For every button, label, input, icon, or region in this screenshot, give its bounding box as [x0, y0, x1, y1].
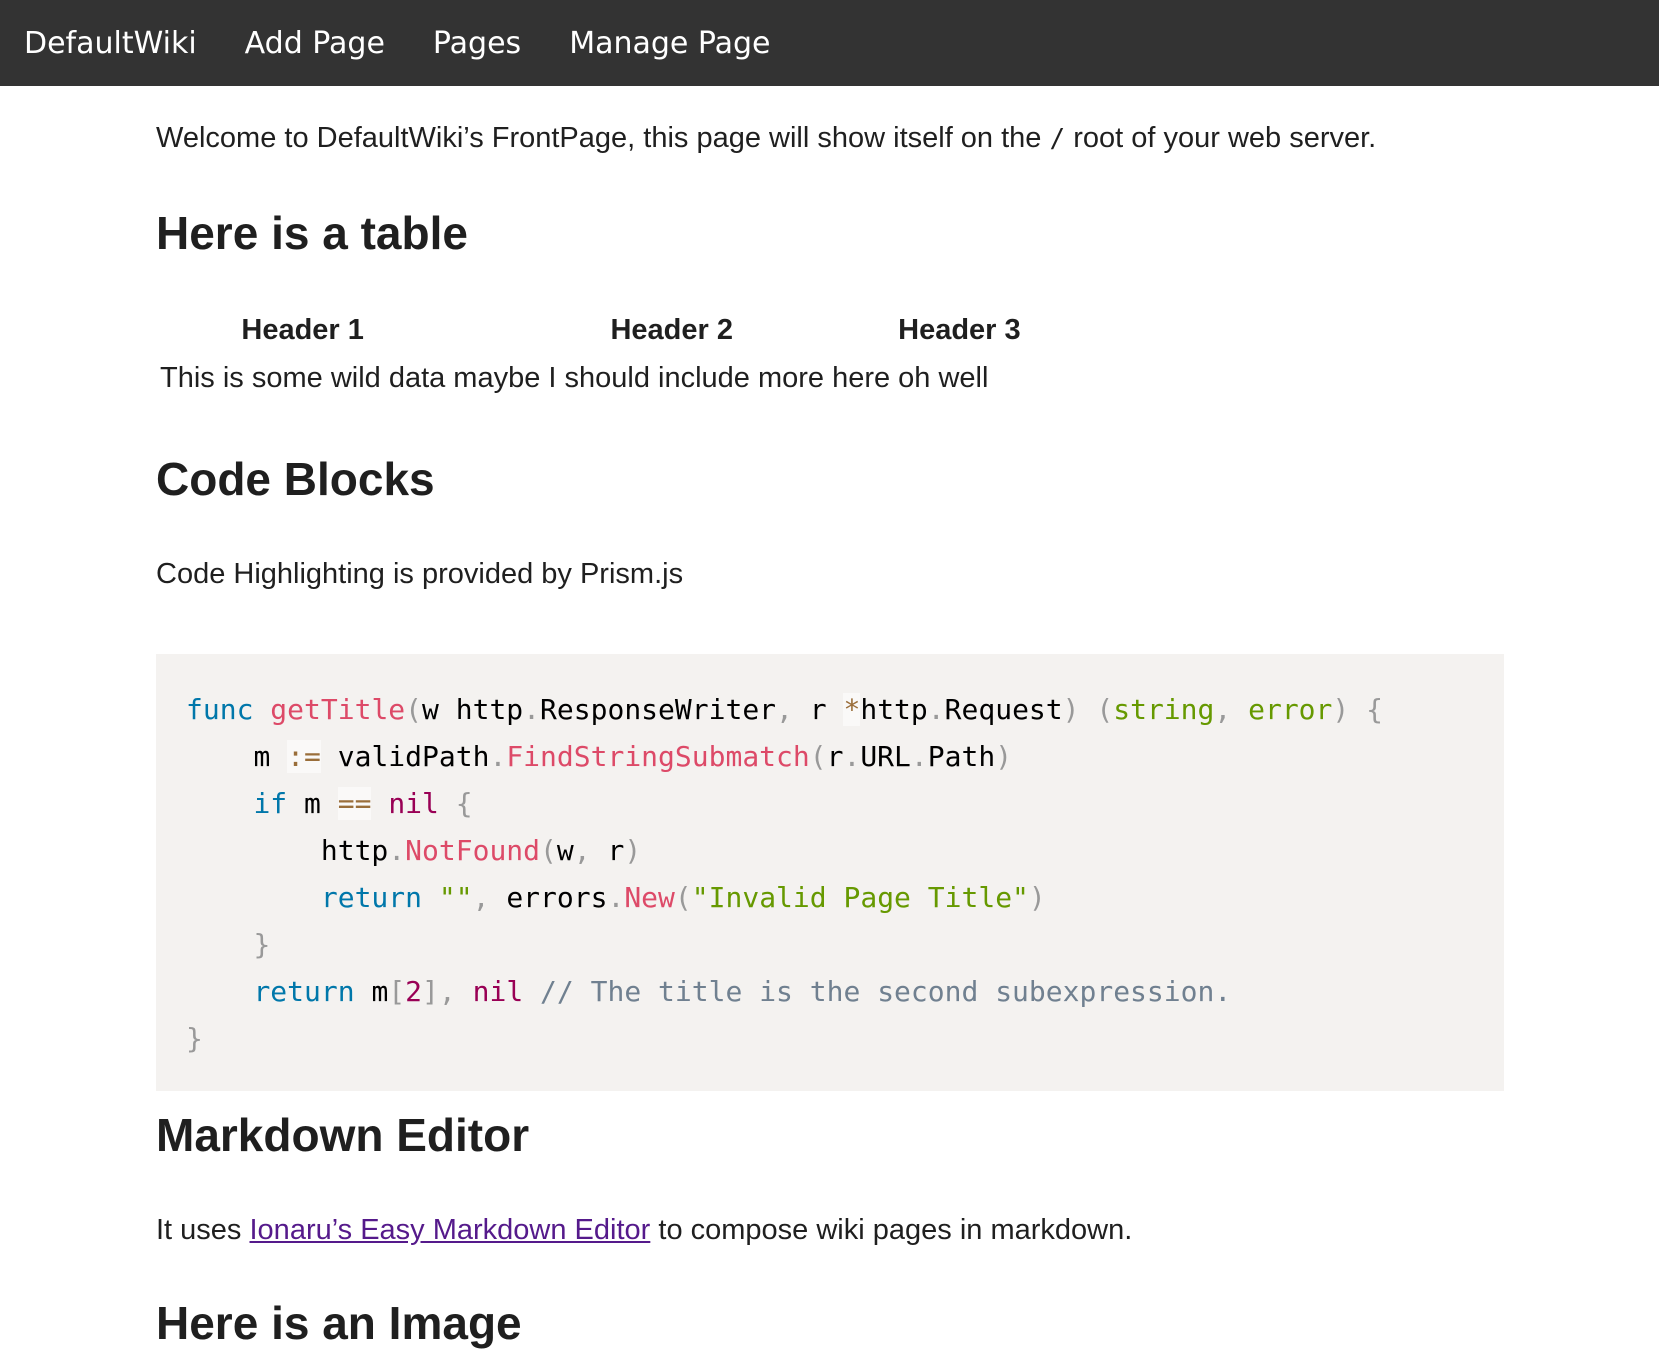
table-header-row: Header 1 Header 2 Header 3 — [156, 304, 1025, 356]
code-token: "Invalid Page Title" — [691, 881, 1029, 914]
code-token: * — [843, 693, 861, 726]
markdown-paragraph: It uses Ionaru’s Easy Markdown Editor to… — [156, 1210, 1132, 1250]
code-token: w — [556, 834, 574, 867]
code-token: func — [186, 693, 254, 726]
code-token: http — [320, 834, 389, 867]
code-block: func getTitle(w http.ResponseWriter, r *… — [156, 654, 1504, 1091]
code-token: http — [860, 693, 928, 726]
code-token: errors — [506, 881, 608, 914]
markdown-editor-heading: Markdown Editor — [156, 1109, 530, 1161]
nav-add-page[interactable]: Add Page — [245, 26, 385, 61]
table-cell: This is some wild data — [160, 361, 446, 394]
table-row: This is some wild data maybe I should in… — [156, 356, 1025, 400]
code-token: "" — [438, 881, 473, 914]
code-token: http — [455, 693, 524, 726]
top-navbar: DefaultWiki Add Page Pages Manage Page — [0, 0, 1659, 86]
code-token: 2 — [405, 975, 423, 1008]
intro-inline-code: / — [1049, 124, 1066, 154]
table-header-cell: Header 2 — [610, 313, 733, 346]
code-token: r — [607, 834, 625, 867]
code-token: Request — [944, 693, 1063, 726]
code-description: Code Highlighting is provided by Prism.j… — [156, 558, 684, 590]
table-cell: maybe I should include more here — [453, 361, 891, 394]
code-token: if — [253, 787, 288, 820]
data-table: Header 1 Header 2 Header 3 This is some … — [156, 304, 1025, 400]
code-token: validPath — [337, 740, 490, 773]
code-comment: // The title is the second subexpression… — [540, 975, 1232, 1008]
markdown-text-after: to compose wiki pages in markdown. — [650, 1214, 1133, 1246]
markdown-text-before: It uses — [156, 1214, 250, 1246]
table-cell: oh well — [898, 361, 989, 394]
code-token: return — [253, 975, 355, 1008]
code-token: string — [1113, 693, 1215, 726]
code-token: nil — [472, 975, 524, 1008]
table-heading: Here is a table — [156, 207, 468, 259]
intro-text-before: Welcome to DefaultWiki’s FrontPage, this… — [156, 122, 1050, 154]
image-heading: Here is an Image — [156, 1297, 522, 1349]
code-token: nil — [388, 787, 439, 820]
easy-markdown-editor-link[interactable]: Ionaru’s Easy Markdown Editor — [250, 1214, 651, 1246]
code-token: m — [253, 740, 271, 773]
code-token: m — [304, 787, 321, 820]
code-token: Path — [927, 740, 996, 773]
nav-manage-page[interactable]: Manage Page — [569, 26, 770, 61]
intro-text-after: root of your web server. — [1065, 122, 1377, 154]
code-token: URL — [860, 740, 911, 773]
code-token: m — [371, 975, 389, 1008]
code-token: NotFound — [405, 834, 541, 867]
code-token: New — [624, 881, 675, 914]
code-token: == — [337, 787, 372, 820]
code-token: getTitle — [270, 693, 406, 726]
code-token: w — [422, 693, 439, 726]
table-header-cell: Header 1 — [241, 313, 364, 346]
code-token: error — [1248, 693, 1333, 726]
table-header-cell: Header 3 — [898, 313, 1021, 346]
intro-paragraph: Welcome to DefaultWiki’s FrontPage, this… — [156, 118, 1556, 159]
code-token: ResponseWriter — [540, 693, 777, 726]
code-token: r — [809, 693, 827, 726]
nav-pages[interactable]: Pages — [433, 26, 521, 61]
code-token: r — [826, 740, 844, 773]
brand-link[interactable]: DefaultWiki — [24, 26, 197, 61]
code-token: return — [320, 881, 423, 914]
code-token: := — [287, 740, 321, 773]
code-token: FindStringSubmatch — [506, 740, 810, 773]
code-blocks-heading: Code Blocks — [156, 453, 435, 505]
